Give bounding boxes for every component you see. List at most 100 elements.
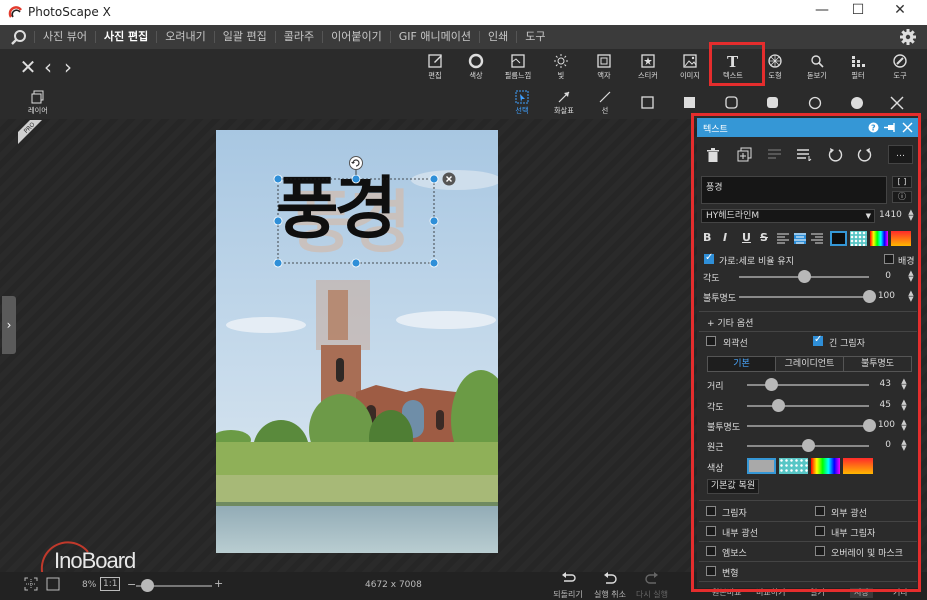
rectangle-outline-icon[interactable] [641, 96, 655, 110]
effect-checkbox[interactable] [706, 526, 716, 536]
shadow-angle-value[interactable]: 45 [867, 400, 891, 410]
actual-frame-icon[interactable] [46, 577, 60, 591]
effect-checkbox[interactable] [706, 506, 716, 516]
zoom-slider-knob[interactable] [141, 579, 154, 592]
expand-sidebar-button[interactable]: › [2, 296, 16, 354]
reset-defaults-button[interactable]: 기본값 복원 [707, 479, 759, 494]
angle-spinner[interactable]: ▲ ▼ [907, 270, 915, 283]
minimize-button[interactable]: — [802, 2, 842, 22]
shadow-opacity-spinner[interactable]: ▲ ▼ [900, 419, 908, 432]
redo-button[interactable]: 다시 실행 [632, 572, 672, 600]
tool-tools[interactable]: 도구 [880, 49, 920, 87]
rectangle-filled-icon[interactable] [683, 96, 697, 110]
tool-edit[interactable]: 편집 [415, 49, 455, 87]
close-panel-icon[interactable] [902, 122, 913, 133]
shadow-gradient-swatch[interactable] [843, 458, 873, 474]
bracket-button[interactable]: [ ] [892, 176, 912, 188]
open-button[interactable]: 열기 [810, 587, 825, 598]
zoom-out-button[interactable]: − [127, 578, 136, 591]
duplicate-icon[interactable] [737, 147, 752, 162]
effect-checkbox[interactable] [815, 506, 825, 516]
compare-original-button[interactable]: 원본비교 [712, 587, 741, 598]
shadow-opacity-slider-track[interactable] [747, 425, 869, 427]
perspective-spinner[interactable]: ▲ ▼ [900, 439, 908, 452]
shadow-gray-swatch[interactable] [747, 458, 776, 474]
align-left-icon[interactable] [777, 233, 789, 244]
info-button[interactable]: ⓘ [892, 191, 912, 203]
distance-spinner[interactable]: ▲ ▼ [900, 378, 908, 391]
strikethrough-button[interactable]: S [760, 231, 768, 244]
background-checkbox[interactable] [884, 254, 894, 264]
help-icon[interactable]: ? [868, 122, 879, 133]
shadow-angle-slider-knob[interactable] [771, 399, 785, 412]
tool-image[interactable]: 이미지 [670, 49, 710, 87]
rainbow-swatch[interactable] [870, 231, 888, 246]
fit-screen-icon[interactable] [24, 577, 38, 591]
align-disabled-icon[interactable] [767, 148, 782, 161]
tool-color-circle[interactable]: 색상 [456, 49, 496, 87]
rotate-left-icon[interactable] [828, 147, 843, 162]
angle-value[interactable]: 0 [867, 271, 891, 281]
delete-text-icon[interactable] [707, 148, 719, 162]
gear-icon[interactable] [899, 28, 917, 46]
keep-ratio-checkbox[interactable] [704, 252, 714, 264]
font-size-spinner[interactable]: ▲ ▼ [907, 209, 915, 222]
italic-button[interactable]: I [723, 231, 727, 244]
font-size-value[interactable]: 1410 [879, 210, 902, 220]
long-shadow-checkbox[interactable] [813, 334, 823, 346]
angle-slider-knob[interactable] [798, 270, 811, 283]
menu-item[interactable]: 사진 편집 [94, 31, 156, 43]
align-center-icon[interactable] [794, 233, 806, 244]
menu-item[interactable]: 사진 뷰어 [34, 31, 95, 43]
perspective-value[interactable]: 0 [867, 440, 891, 450]
shadow-opacity-value[interactable]: 100 [871, 420, 895, 430]
tab-0[interactable]: 기본 [708, 357, 776, 371]
rounded-rect-outline-icon[interactable] [725, 96, 739, 110]
compare-button[interactable]: 비교하기 [756, 587, 785, 598]
menu-item[interactable]: 일괄 편집 [213, 31, 275, 43]
revert-button[interactable]: 되돌리기 [548, 572, 588, 600]
shadow-pattern-swatch[interactable] [779, 458, 808, 474]
text-color-swatch[interactable] [830, 231, 847, 246]
shadow-rainbow-swatch[interactable] [811, 458, 840, 474]
search-icon[interactable] [10, 29, 28, 45]
shadow-angle-spinner[interactable]: ▲ ▼ [900, 399, 908, 412]
pin-icon[interactable] [884, 122, 896, 133]
opacity-value[interactable]: 100 [871, 291, 895, 301]
text-input[interactable]: 풍경 [701, 176, 887, 204]
shadow-angle-slider-track[interactable] [747, 405, 869, 407]
zoom-in-button[interactable]: + [214, 577, 223, 590]
distance-value[interactable]: 43 [867, 379, 891, 389]
tool-film[interactable]: 필름느낌 [498, 49, 538, 87]
delete-object-icon[interactable] [442, 172, 456, 186]
align-right-icon[interactable] [811, 233, 823, 244]
menu-item[interactable]: 이어붙이기 [322, 31, 390, 43]
opacity-slider-track[interactable] [739, 296, 869, 298]
menu-item[interactable]: 도구 [516, 31, 553, 43]
effect-checkbox[interactable] [706, 566, 716, 576]
close-subtool-icon[interactable] [889, 95, 905, 111]
effect-checkbox[interactable] [815, 546, 825, 556]
tool-filter[interactable]: 필터 [838, 49, 878, 87]
menu-item[interactable]: 콜라주 [274, 31, 322, 43]
ellipse-filled-icon[interactable] [850, 96, 864, 110]
underline-button[interactable]: U [742, 231, 751, 244]
save-button[interactable]: 저장 [850, 587, 873, 598]
font-select[interactable]: HY헤드라인M ▼ [701, 209, 875, 223]
menu-item[interactable]: 오려내기 [156, 31, 213, 43]
close-window-button[interactable]: ✕ [880, 2, 920, 22]
more-button[interactable]: 기타 [893, 587, 908, 598]
selection-handles[interactable] [216, 130, 498, 290]
tool-frame[interactable]: 액자 [584, 49, 624, 87]
effect-checkbox[interactable] [706, 546, 716, 556]
one-to-one-button[interactable]: 1:1 [100, 577, 121, 591]
rounded-rect-filled-icon[interactable] [766, 96, 780, 110]
rotate-right-icon[interactable] [857, 147, 872, 162]
tab-1[interactable]: 그레이디언트 [776, 357, 844, 371]
effect-checkbox[interactable] [815, 526, 825, 536]
menu-item[interactable]: 인쇄 [478, 31, 516, 43]
ellipse-outline-icon[interactable] [808, 96, 822, 110]
more-options-button[interactable]: … [888, 145, 913, 164]
rotate-handle-icon[interactable] [349, 156, 363, 170]
distance-slider-knob[interactable] [765, 378, 779, 391]
